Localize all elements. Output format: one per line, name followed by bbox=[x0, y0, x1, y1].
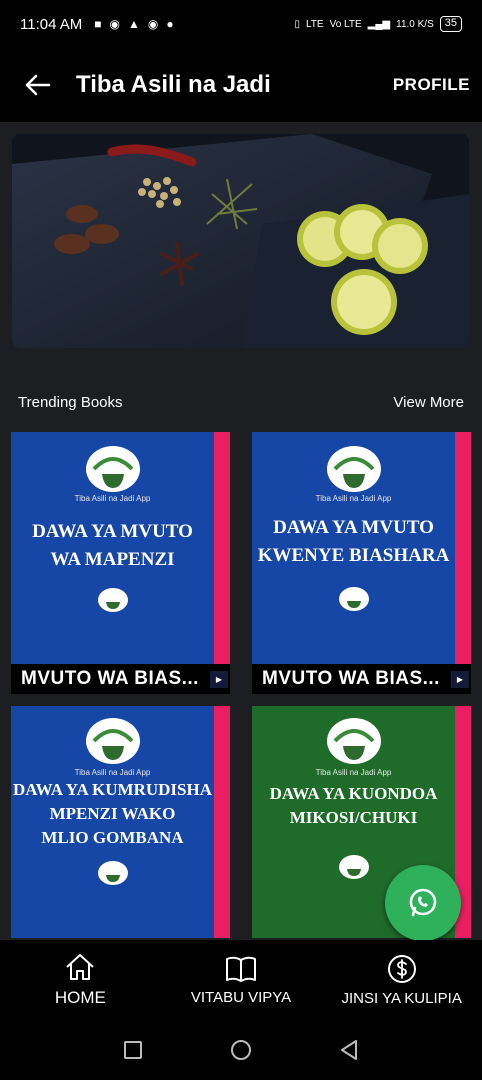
whatsapp-icon bbox=[409, 888, 437, 917]
view-more-link[interactable]: View More bbox=[393, 394, 464, 411]
nav-how-to-pay[interactable]: JINSI YA KULIPIA bbox=[321, 940, 482, 1020]
battery-level: 35 bbox=[439, 16, 462, 32]
cover-title-line: WA MAPENZI bbox=[50, 549, 175, 570]
nav-label: VITABU VIPYA bbox=[190, 988, 292, 1006]
home-circle-icon[interactable] bbox=[229, 1038, 253, 1062]
home-icon bbox=[66, 954, 95, 980]
status-bar: 11:04 AM ■ ◉ ▲ ◉ ● ▯ LTE Vo LTE ▂▄▆ 11.0… bbox=[0, 0, 482, 48]
back-button[interactable] bbox=[0, 48, 76, 122]
nav-home[interactable]: HOME bbox=[0, 940, 161, 1020]
play-icon[interactable]: ▶ bbox=[451, 671, 469, 688]
herbal-mini-logo-icon bbox=[97, 861, 128, 885]
herbal-mini-logo-icon bbox=[338, 587, 369, 611]
app-name-caption: Tiba Asili na Jadi App bbox=[315, 768, 392, 777]
cover-title-line: MPENZI WAKO bbox=[49, 804, 176, 823]
arrow-left-icon bbox=[25, 74, 51, 96]
profile-button[interactable]: PROFILE bbox=[393, 75, 470, 95]
main-content[interactable]: Trending Books View More Tiba Asili na J… bbox=[0, 122, 482, 940]
dot-icon: ● bbox=[166, 17, 174, 31]
book-caption: MVUTO WA BIAS... bbox=[11, 664, 230, 694]
cover-title-line: DAWA YA MVUTO bbox=[273, 517, 434, 538]
book-cover: Tiba Asili na Jadi App DAWA YA KUMRUDISH… bbox=[11, 706, 214, 938]
app-name-caption: Tiba Asili na Jadi App bbox=[315, 494, 392, 503]
nav-label: HOME bbox=[54, 988, 106, 1007]
vibrate-icon: ▯ bbox=[294, 18, 300, 30]
recents-icon[interactable] bbox=[123, 1040, 143, 1060]
herbal-logo-icon bbox=[85, 718, 140, 764]
play-icon[interactable]: ▶ bbox=[210, 671, 228, 688]
cover-title-line: MLIO GOMBANA bbox=[41, 828, 184, 847]
status-time: 11:04 AM bbox=[20, 15, 83, 33]
nav-new-books[interactable]: VITABU VIPYA bbox=[161, 940, 322, 1020]
herbal-mini-logo-icon bbox=[338, 855, 369, 879]
lte-signal: LTE bbox=[305, 18, 324, 30]
android-icon: ▲ bbox=[128, 17, 140, 31]
section-title: Trending Books bbox=[18, 394, 123, 411]
app-name-caption: Tiba Asili na Jadi App bbox=[74, 768, 151, 777]
cover-title-line: DAWA YA KUONDOA bbox=[269, 784, 438, 803]
mask-icon-2: ◉ bbox=[147, 17, 159, 31]
back-triangle-icon[interactable] bbox=[339, 1039, 359, 1061]
facebook-icon: ■ bbox=[94, 17, 102, 31]
app-name-caption: Tiba Asili na Jadi App bbox=[74, 494, 151, 503]
cover-title-line: KWENYE BIASHARA bbox=[257, 545, 450, 566]
mask-icon: ◉ bbox=[109, 17, 120, 31]
volte-label: Vo LTE bbox=[329, 18, 362, 30]
book-icon bbox=[226, 956, 256, 982]
accent-strip bbox=[214, 706, 230, 938]
book-cover: Tiba Asili na Jadi App DAWA YA MVUTO KWE… bbox=[252, 432, 455, 664]
hero-banner-image[interactable] bbox=[12, 134, 469, 348]
book-cover: Tiba Asili na Jadi App DAWA YA MVUTO WA … bbox=[11, 432, 214, 664]
cover-title-line: MIKOSI/CHUKI bbox=[289, 808, 418, 827]
signal-icon: ▂▄▆ bbox=[367, 18, 391, 30]
bottom-nav: HOME VITABU VIPYA JINSI YA KULIPIA bbox=[0, 940, 482, 1020]
herbal-logo-icon bbox=[85, 446, 140, 492]
system-nav-bar bbox=[0, 1020, 482, 1080]
herbal-mini-logo-icon bbox=[97, 588, 128, 612]
nav-label: JINSI YA KULIPIA bbox=[341, 989, 462, 1007]
whatsapp-button[interactable] bbox=[385, 865, 461, 941]
book-card-2[interactable]: Tiba Asili na Jadi App DAWA YA MVUTO KWE… bbox=[252, 432, 471, 694]
cover-title-line: DAWA YA KUMRUDISHA bbox=[13, 780, 212, 799]
net-speed: 11.0 K/S bbox=[396, 18, 434, 30]
herbal-logo-icon bbox=[326, 718, 381, 764]
status-right: ▯ LTE Vo LTE ▂▄▆ 11.0 K/S 35 bbox=[294, 16, 462, 32]
accent-strip bbox=[455, 432, 471, 664]
book-card-3[interactable]: Tiba Asili na Jadi App DAWA YA KUMRUDISH… bbox=[11, 706, 230, 940]
accent-strip bbox=[214, 432, 230, 664]
book-caption: MVUTO WA BIAS... bbox=[252, 664, 471, 694]
book-card-1[interactable]: Tiba Asili na Jadi App DAWA YA MVUTO WA … bbox=[11, 432, 230, 694]
app-bar: Tiba Asili na Jadi PROFILE bbox=[0, 48, 482, 122]
trending-header: Trending Books View More bbox=[18, 394, 464, 411]
cover-title-line: DAWA YA MVUTO bbox=[32, 521, 193, 542]
page-title: Tiba Asili na Jadi bbox=[76, 71, 271, 98]
herbal-logo-icon bbox=[326, 446, 381, 492]
dollar-icon bbox=[387, 954, 416, 983]
